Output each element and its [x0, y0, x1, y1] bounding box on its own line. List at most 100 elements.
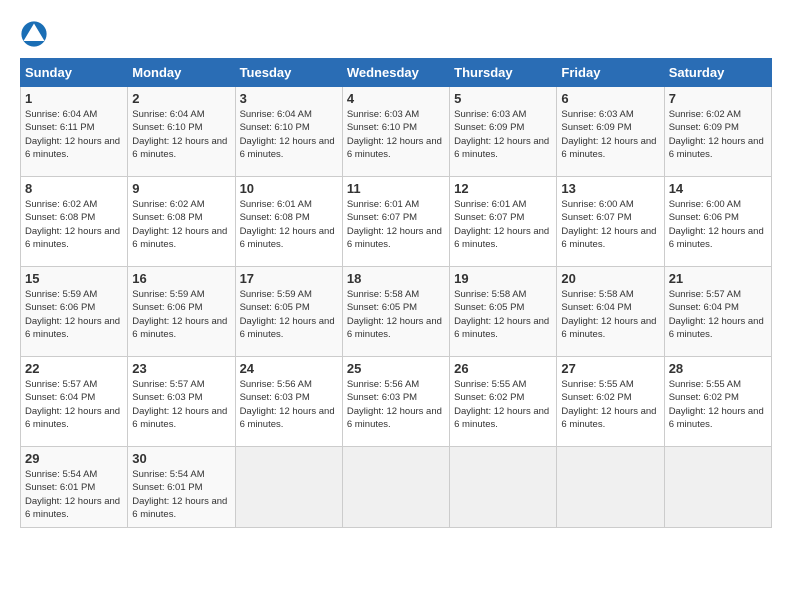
day-number: 6	[561, 91, 659, 106]
day-number: 12	[454, 181, 552, 196]
header-saturday: Saturday	[664, 59, 771, 87]
day-number: 13	[561, 181, 659, 196]
cell-info: Sunrise: 5:56 AM Sunset: 6:03 PM Dayligh…	[240, 378, 338, 431]
header-friday: Friday	[557, 59, 664, 87]
calendar-cell: 20 Sunrise: 5:58 AM Sunset: 6:04 PM Dayl…	[557, 267, 664, 357]
cell-info: Sunrise: 5:58 AM Sunset: 6:05 PM Dayligh…	[347, 288, 445, 341]
cell-info: Sunrise: 6:03 AM Sunset: 6:09 PM Dayligh…	[454, 108, 552, 161]
calendar-cell	[342, 447, 449, 528]
calendar-cell: 29 Sunrise: 5:54 AM Sunset: 6:01 PM Dayl…	[21, 447, 128, 528]
day-number: 23	[132, 361, 230, 376]
cell-info: Sunrise: 6:03 AM Sunset: 6:09 PM Dayligh…	[561, 108, 659, 161]
calendar-cell	[664, 447, 771, 528]
calendar-week-1: 1 Sunrise: 6:04 AM Sunset: 6:11 PM Dayli…	[21, 87, 772, 177]
cell-info: Sunrise: 5:59 AM Sunset: 6:05 PM Dayligh…	[240, 288, 338, 341]
calendar-cell: 27 Sunrise: 5:55 AM Sunset: 6:02 PM Dayl…	[557, 357, 664, 447]
cell-info: Sunrise: 5:56 AM Sunset: 6:03 PM Dayligh…	[347, 378, 445, 431]
calendar-cell: 6 Sunrise: 6:03 AM Sunset: 6:09 PM Dayli…	[557, 87, 664, 177]
calendar-cell: 19 Sunrise: 5:58 AM Sunset: 6:05 PM Dayl…	[450, 267, 557, 357]
cell-info: Sunrise: 5:54 AM Sunset: 6:01 PM Dayligh…	[25, 468, 123, 521]
cell-info: Sunrise: 6:00 AM Sunset: 6:06 PM Dayligh…	[669, 198, 767, 251]
calendar-cell: 18 Sunrise: 5:58 AM Sunset: 6:05 PM Dayl…	[342, 267, 449, 357]
cell-info: Sunrise: 5:58 AM Sunset: 6:05 PM Dayligh…	[454, 288, 552, 341]
header-monday: Monday	[128, 59, 235, 87]
calendar-cell: 11 Sunrise: 6:01 AM Sunset: 6:07 PM Dayl…	[342, 177, 449, 267]
cell-info: Sunrise: 5:55 AM Sunset: 6:02 PM Dayligh…	[669, 378, 767, 431]
calendar-cell: 2 Sunrise: 6:04 AM Sunset: 6:10 PM Dayli…	[128, 87, 235, 177]
day-number: 28	[669, 361, 767, 376]
cell-info: Sunrise: 5:57 AM Sunset: 6:04 PM Dayligh…	[669, 288, 767, 341]
cell-info: Sunrise: 6:01 AM Sunset: 6:07 PM Dayligh…	[454, 198, 552, 251]
day-number: 19	[454, 271, 552, 286]
day-number: 5	[454, 91, 552, 106]
cell-info: Sunrise: 5:58 AM Sunset: 6:04 PM Dayligh…	[561, 288, 659, 341]
day-number: 2	[132, 91, 230, 106]
calendar-cell: 1 Sunrise: 6:04 AM Sunset: 6:11 PM Dayli…	[21, 87, 128, 177]
header-wednesday: Wednesday	[342, 59, 449, 87]
calendar-cell: 8 Sunrise: 6:02 AM Sunset: 6:08 PM Dayli…	[21, 177, 128, 267]
header-thursday: Thursday	[450, 59, 557, 87]
cell-info: Sunrise: 6:02 AM Sunset: 6:08 PM Dayligh…	[25, 198, 123, 251]
calendar-cell: 9 Sunrise: 6:02 AM Sunset: 6:08 PM Dayli…	[128, 177, 235, 267]
cell-info: Sunrise: 6:02 AM Sunset: 6:09 PM Dayligh…	[669, 108, 767, 161]
cell-info: Sunrise: 6:04 AM Sunset: 6:10 PM Dayligh…	[132, 108, 230, 161]
calendar-week-2: 8 Sunrise: 6:02 AM Sunset: 6:08 PM Dayli…	[21, 177, 772, 267]
day-number: 8	[25, 181, 123, 196]
logo	[20, 20, 54, 48]
cell-info: Sunrise: 5:57 AM Sunset: 6:04 PM Dayligh…	[25, 378, 123, 431]
day-number: 26	[454, 361, 552, 376]
day-number: 16	[132, 271, 230, 286]
calendar-cell: 16 Sunrise: 5:59 AM Sunset: 6:06 PM Dayl…	[128, 267, 235, 357]
day-number: 3	[240, 91, 338, 106]
calendar-cell	[235, 447, 342, 528]
calendar-cell: 30 Sunrise: 5:54 AM Sunset: 6:01 PM Dayl…	[128, 447, 235, 528]
calendar-cell: 13 Sunrise: 6:00 AM Sunset: 6:07 PM Dayl…	[557, 177, 664, 267]
day-number: 18	[347, 271, 445, 286]
day-number: 20	[561, 271, 659, 286]
calendar-cell	[450, 447, 557, 528]
cell-info: Sunrise: 5:55 AM Sunset: 6:02 PM Dayligh…	[454, 378, 552, 431]
cell-info: Sunrise: 6:04 AM Sunset: 6:10 PM Dayligh…	[240, 108, 338, 161]
cell-info: Sunrise: 6:03 AM Sunset: 6:10 PM Dayligh…	[347, 108, 445, 161]
cell-info: Sunrise: 5:59 AM Sunset: 6:06 PM Dayligh…	[25, 288, 123, 341]
calendar-cell: 23 Sunrise: 5:57 AM Sunset: 6:03 PM Dayl…	[128, 357, 235, 447]
calendar-week-3: 15 Sunrise: 5:59 AM Sunset: 6:06 PM Dayl…	[21, 267, 772, 357]
day-number: 24	[240, 361, 338, 376]
page-header	[20, 20, 772, 48]
calendar-cell: 28 Sunrise: 5:55 AM Sunset: 6:02 PM Dayl…	[664, 357, 771, 447]
calendar-header: SundayMondayTuesdayWednesdayThursdayFrid…	[21, 59, 772, 87]
calendar-cell: 14 Sunrise: 6:00 AM Sunset: 6:06 PM Dayl…	[664, 177, 771, 267]
calendar-cell: 21 Sunrise: 5:57 AM Sunset: 6:04 PM Dayl…	[664, 267, 771, 357]
day-number: 21	[669, 271, 767, 286]
day-number: 14	[669, 181, 767, 196]
calendar-cell: 5 Sunrise: 6:03 AM Sunset: 6:09 PM Dayli…	[450, 87, 557, 177]
calendar-cell: 24 Sunrise: 5:56 AM Sunset: 6:03 PM Dayl…	[235, 357, 342, 447]
day-number: 9	[132, 181, 230, 196]
calendar-cell	[557, 447, 664, 528]
header-sunday: Sunday	[21, 59, 128, 87]
day-number: 11	[347, 181, 445, 196]
cell-info: Sunrise: 6:01 AM Sunset: 6:08 PM Dayligh…	[240, 198, 338, 251]
cell-info: Sunrise: 6:04 AM Sunset: 6:11 PM Dayligh…	[25, 108, 123, 161]
cell-info: Sunrise: 5:55 AM Sunset: 6:02 PM Dayligh…	[561, 378, 659, 431]
calendar-cell: 15 Sunrise: 5:59 AM Sunset: 6:06 PM Dayl…	[21, 267, 128, 357]
calendar-cell: 3 Sunrise: 6:04 AM Sunset: 6:10 PM Dayli…	[235, 87, 342, 177]
calendar-cell: 17 Sunrise: 5:59 AM Sunset: 6:05 PM Dayl…	[235, 267, 342, 357]
calendar-cell: 26 Sunrise: 5:55 AM Sunset: 6:02 PM Dayl…	[450, 357, 557, 447]
header-tuesday: Tuesday	[235, 59, 342, 87]
cell-info: Sunrise: 5:54 AM Sunset: 6:01 PM Dayligh…	[132, 468, 230, 521]
calendar-cell: 22 Sunrise: 5:57 AM Sunset: 6:04 PM Dayl…	[21, 357, 128, 447]
calendar-week-4: 22 Sunrise: 5:57 AM Sunset: 6:04 PM Dayl…	[21, 357, 772, 447]
day-number: 4	[347, 91, 445, 106]
calendar-table: SundayMondayTuesdayWednesdayThursdayFrid…	[20, 58, 772, 528]
day-number: 30	[132, 451, 230, 466]
calendar-cell: 10 Sunrise: 6:01 AM Sunset: 6:08 PM Dayl…	[235, 177, 342, 267]
day-number: 10	[240, 181, 338, 196]
day-number: 27	[561, 361, 659, 376]
cell-info: Sunrise: 6:02 AM Sunset: 6:08 PM Dayligh…	[132, 198, 230, 251]
cell-info: Sunrise: 5:59 AM Sunset: 6:06 PM Dayligh…	[132, 288, 230, 341]
day-number: 22	[25, 361, 123, 376]
calendar-cell: 12 Sunrise: 6:01 AM Sunset: 6:07 PM Dayl…	[450, 177, 557, 267]
cell-info: Sunrise: 6:00 AM Sunset: 6:07 PM Dayligh…	[561, 198, 659, 251]
cell-info: Sunrise: 5:57 AM Sunset: 6:03 PM Dayligh…	[132, 378, 230, 431]
